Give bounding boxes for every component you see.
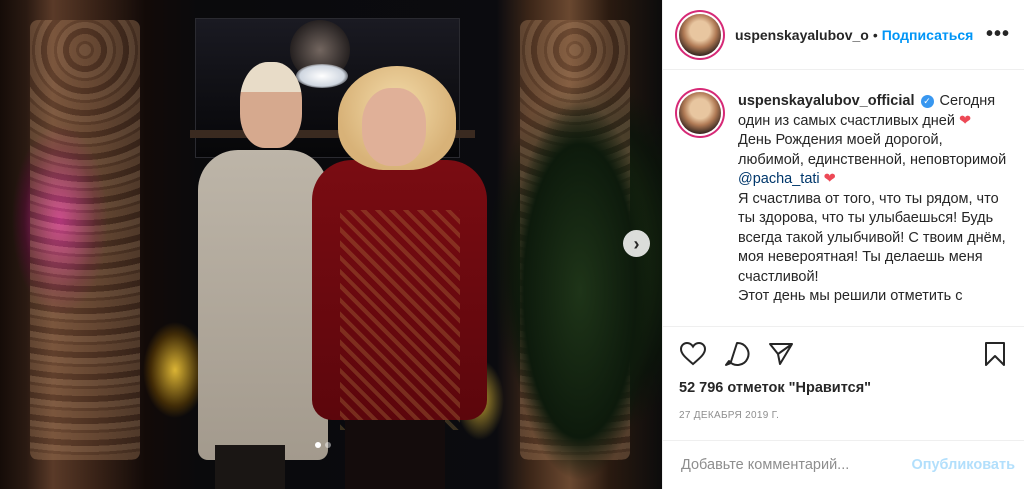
- chevron-right-icon: ›: [633, 233, 640, 254]
- header-separator: •: [872, 26, 878, 43]
- carousel-dot: [325, 442, 331, 448]
- decor-christmas-tree: [500, 60, 660, 480]
- share-icon[interactable]: [767, 340, 795, 368]
- comment-bar: Опубликовать: [663, 440, 1024, 489]
- publish-button[interactable]: Опубликовать: [911, 457, 1015, 473]
- caption-line-4: Этот день мы решили отметить с: [738, 288, 963, 304]
- bookmark-icon[interactable]: [981, 340, 1009, 368]
- post-actions: 52 796 отметок "Нравится" 27 декабря 201…: [663, 326, 1024, 421]
- decor-lamp: [296, 64, 348, 88]
- heart-emoji: ❤: [959, 112, 972, 129]
- person-right-embroidery: [340, 210, 460, 430]
- comment-icon[interactable]: [723, 340, 751, 368]
- post-header: uspenskayalubov_o • Подписаться •••: [663, 0, 1024, 70]
- follow-button[interactable]: Подписаться: [882, 27, 974, 43]
- action-icons: [679, 339, 1009, 369]
- caption-line-2: День Рождения моей дорогой, любимой, еди…: [738, 132, 1007, 168]
- avatar[interactable]: [679, 13, 721, 56]
- person-right-legs: [345, 420, 445, 489]
- person-left-body: [198, 150, 328, 460]
- carousel-next-button[interactable]: ›: [623, 230, 650, 257]
- heart-emoji: ❤: [823, 171, 836, 187]
- caption: uspenskayalubov_official ✓ Сегодня один …: [663, 70, 1024, 324]
- decor-logs-left: [30, 20, 140, 460]
- post-date[interactable]: 27 декабря 2019 г.: [679, 410, 1009, 421]
- person-left-legs: [215, 445, 285, 489]
- caption-username[interactable]: uspenskayalubov_official: [738, 93, 914, 109]
- carousel-dot-active: [315, 442, 321, 448]
- more-icon[interactable]: •••: [986, 23, 1010, 46]
- caption-mention-link[interactable]: @pacha_tati: [738, 171, 820, 187]
- caption-line-3: Я счастлива от того, что ты рядом, что т…: [738, 190, 1006, 285]
- person-right-face: [362, 88, 426, 166]
- comment-input[interactable]: [681, 457, 912, 473]
- heart-icon[interactable]: [679, 340, 707, 368]
- caption-text: uspenskayalubov_official ✓ Сегодня один …: [738, 92, 1008, 324]
- likes-count[interactable]: 52 796 отметок "Нравится": [679, 380, 1009, 396]
- verified-icon: ✓: [920, 94, 934, 108]
- post-photo[interactable]: ›: [0, 0, 662, 489]
- person-left-head: [240, 62, 302, 148]
- carousel-indicator: [315, 442, 331, 448]
- header-username[interactable]: uspenskayalubov_o: [735, 27, 869, 43]
- post-side-panel: uspenskayalubov_o • Подписаться ••• uspe…: [662, 0, 1024, 489]
- caption-avatar[interactable]: [679, 92, 721, 134]
